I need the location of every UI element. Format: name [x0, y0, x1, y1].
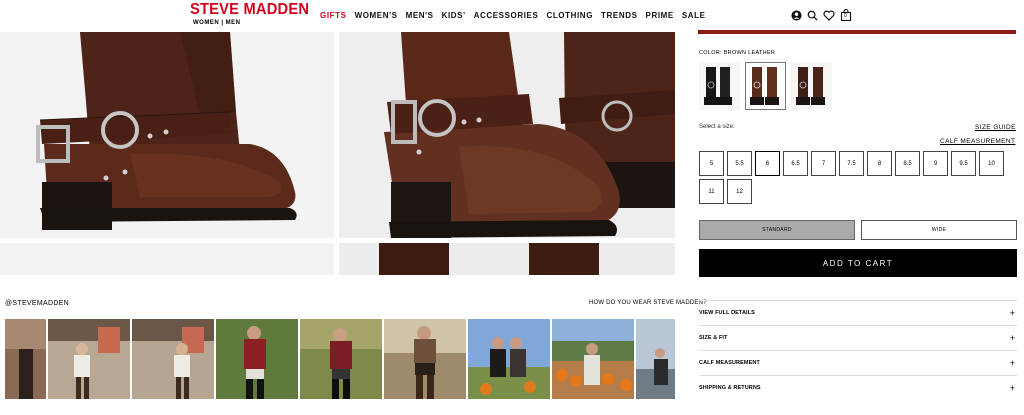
accordion-label: SHIPPING & RETURNS: [699, 385, 761, 391]
size-option[interactable]: 9.5: [951, 151, 976, 176]
size-option[interactable]: 7: [811, 151, 836, 176]
swatch-brown-leather[interactable]: [745, 62, 786, 110]
size-option[interactable]: 7.5: [839, 151, 864, 176]
plus-icon[interactable]: +: [1010, 383, 1017, 393]
size-option[interactable]: 9: [923, 151, 948, 176]
nav-item-trends[interactable]: TRENDS: [601, 11, 638, 20]
ugc-photo[interactable]: [48, 319, 130, 399]
nav-item-kids[interactable]: KIDS': [442, 11, 466, 20]
color-swatches: [699, 62, 832, 110]
accordion-calf-measurement[interactable]: CALF MEASUREMENT +: [699, 350, 1017, 375]
nav-item-clothing[interactable]: CLOTHING: [546, 11, 593, 20]
product-image-pair[interactable]: [339, 32, 675, 238]
accordion-view-full-details[interactable]: VIEW FULL DETAILS +: [699, 300, 1017, 325]
site-header: STEVE MADDEN WOMEN | MEN GIFTS WOMEN'S MEN…: [0, 0, 1024, 30]
nav-item-gifts[interactable]: GIFTS: [320, 11, 347, 20]
logo-gender-links[interactable]: WOMEN | MEN: [190, 20, 284, 26]
accordion-label: VIEW FULL DETAILS: [699, 310, 755, 316]
size-grid: 5 5.5 6 6.5 7 7.5 8 8.5 9 9.5 10 11 12: [699, 151, 1011, 204]
accordion-label: CALF MEASUREMENT: [699, 360, 760, 366]
accordion-label: SIZE & FIT: [699, 335, 728, 341]
search-icon[interactable]: [807, 10, 818, 21]
ugc-handle[interactable]: @STEVEMADDEN: [5, 300, 69, 307]
cart-count: 0: [844, 13, 847, 19]
account-icon[interactable]: [791, 9, 802, 21]
product-image-3[interactable]: [0, 243, 334, 275]
accordion-shipping-returns[interactable]: SHIPPING & RETURNS +: [699, 375, 1017, 400]
logo-wordmark: STEVE MADDEN: [190, 1, 310, 18]
size-option[interactable]: 8: [867, 151, 892, 176]
size-option[interactable]: 8.5: [895, 151, 920, 176]
nav-item-accessories[interactable]: ACCESSORIES: [474, 11, 539, 20]
size-option[interactable]: 10: [979, 151, 1004, 176]
cart-icon[interactable]: 0: [840, 9, 852, 21]
size-select-label: Select a size:: [699, 124, 735, 130]
main-nav: GIFTS WOMEN'S MEN'S KIDS' ACCESSORIES CLOTHIN…: [320, 11, 706, 20]
size-option[interactable]: 6.5: [783, 151, 808, 176]
header-icons: 0: [791, 9, 852, 21]
plus-icon[interactable]: +: [1010, 333, 1017, 343]
nav-item-womens[interactable]: WOMEN'S: [355, 11, 398, 20]
ugc-photo[interactable]: [552, 319, 634, 399]
width-option-standard[interactable]: STANDARD: [699, 220, 855, 240]
width-option-wide[interactable]: WIDE: [861, 220, 1017, 240]
accordion-size-fit[interactable]: SIZE & FIT +: [699, 325, 1017, 350]
product-image-side[interactable]: [0, 32, 334, 238]
ugc-photo[interactable]: [300, 319, 382, 399]
ugc-photo[interactable]: [636, 319, 675, 399]
plus-icon[interactable]: +: [1010, 358, 1017, 368]
size-option[interactable]: 12: [727, 179, 752, 204]
color-label: COLOR: BROWN LEATHER: [699, 50, 776, 56]
size-option[interactable]: 5: [699, 151, 724, 176]
nav-item-prime[interactable]: PRIME: [646, 11, 674, 20]
heart-icon[interactable]: [823, 10, 835, 21]
add-to-cart-button[interactable]: ADD TO CART: [699, 249, 1017, 277]
swatch-black[interactable]: [699, 62, 740, 110]
ugc-photo[interactable]: [384, 319, 466, 399]
ugc-question-link[interactable]: HOW DO YOU WEAR STEVE MADDEN?: [589, 300, 707, 306]
size-option[interactable]: 11: [699, 179, 724, 204]
ugc-photo[interactable]: [468, 319, 550, 399]
brand-logo[interactable]: STEVE MADDEN WOMEN | MEN: [190, 1, 310, 26]
ugc-photo[interactable]: [216, 319, 298, 399]
ugc-photo[interactable]: [132, 319, 214, 399]
size-option[interactable]: 6: [755, 151, 780, 176]
nav-item-sale[interactable]: SALE: [682, 11, 706, 20]
nav-item-mens[interactable]: MEN'S: [406, 11, 434, 20]
size-guide-link[interactable]: SIZE GUIDE: [975, 124, 1016, 131]
ugc-photo[interactable]: [5, 319, 46, 399]
plus-icon[interactable]: +: [1010, 308, 1017, 318]
size-option[interactable]: 5.5: [727, 151, 752, 176]
swatch-dark-brown[interactable]: [791, 62, 832, 110]
calf-measurement-link[interactable]: CALF MEASUREMENT: [940, 138, 1015, 145]
product-image-4[interactable]: [339, 243, 675, 275]
width-options: STANDARD WIDE: [699, 220, 1017, 240]
ugc-gallery: [5, 319, 675, 399]
